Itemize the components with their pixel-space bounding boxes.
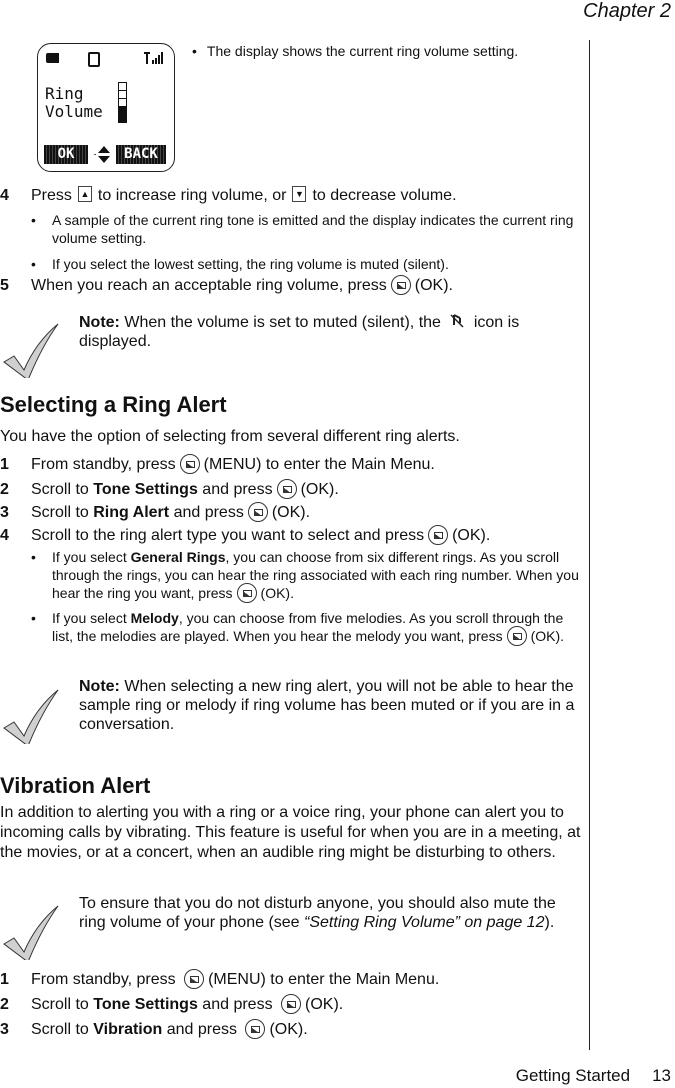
- note-vibration: To ensure that you do not disturb anyone…: [79, 895, 556, 931]
- intro-bullet: • The display shows the current ring volu…: [192, 43, 519, 59]
- ok-key-icon: [281, 994, 302, 1014]
- up-arrow-key-icon: ▲: [77, 185, 92, 202]
- note-muted: Note: When the volume is set to muted (s…: [79, 314, 520, 350]
- ok-key-icon: [390, 275, 411, 295]
- note-ring-alert: Note: When selecting a new ring alert, y…: [79, 678, 575, 733]
- checkmark-icon: [3, 323, 59, 378]
- battery-icon: [46, 53, 59, 63]
- menu-key-icon: [184, 969, 205, 989]
- section-title-ring-alert: Selecting a Ring Alert: [0, 392, 227, 417]
- volume-level-indicator: [118, 82, 128, 127]
- scroll-arrows-icon: [93, 146, 110, 163]
- volume-level-square: [118, 114, 127, 123]
- margin-rule: [589, 40, 590, 1050]
- ok-key-icon: [276, 479, 297, 499]
- cross-reference-link[interactable]: “Setting Ring Volume” on page 12: [304, 914, 544, 931]
- ok-key-icon: [428, 525, 449, 545]
- section-title-vibration: Vibration Alert: [0, 773, 151, 798]
- checkmark-icon: [3, 905, 59, 960]
- ok-key-icon: [236, 583, 257, 604]
- muted-icon: [450, 314, 464, 328]
- ringer-icon: [88, 52, 100, 67]
- ring-alert-intro: You have the option of selecting from se…: [0, 428, 460, 445]
- lcd-label-ring: Ring: [45, 84, 84, 103]
- ok-key-icon: [506, 626, 527, 647]
- down-arrow-key-icon: ▼: [292, 185, 307, 202]
- lcd-label-volume: Volume: [45, 102, 103, 121]
- ok-key-icon: [245, 1019, 266, 1039]
- menu-key-icon: [179, 454, 200, 474]
- checkmark-icon: [3, 689, 59, 744]
- chapter-header: Chapter 2: [583, 0, 671, 22]
- signal-strength-icon: [144, 52, 163, 64]
- softkey-back: BACK: [116, 145, 166, 164]
- ok-key-icon: [247, 502, 268, 522]
- page-number: 13: [652, 1066, 671, 1085]
- footer-section: Getting Started: [515, 1066, 631, 1085]
- vibration-intro: In addition to alerting you with a ring …: [0, 804, 581, 861]
- softkey-ok: OK: [44, 145, 88, 164]
- page-footer: Getting Started 13: [516, 1066, 671, 1086]
- phone-display-illustration: Ring Volume OK BACK: [37, 43, 175, 172]
